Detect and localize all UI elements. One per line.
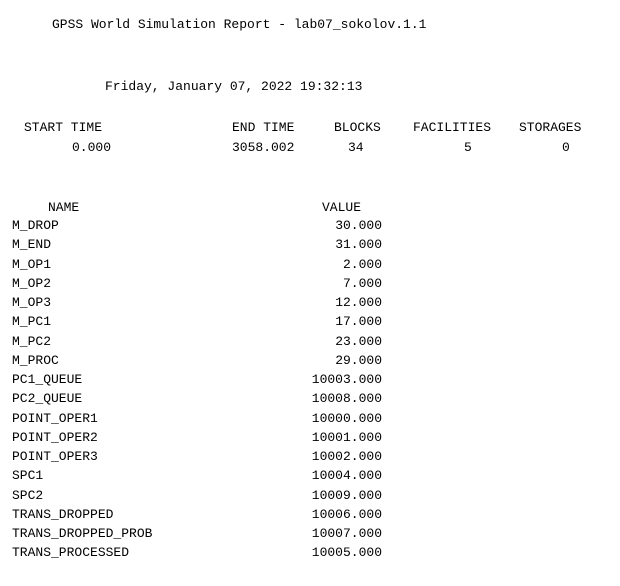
table-row: M_OP2 7.000 — [0, 276, 620, 295]
names-table: M_DROP 30.000 M_END 31.000 M_OP1 2.000 M_OP… — [0, 218, 620, 565]
row-value: 10001.000 — [311, 429, 382, 445]
row-value: 2.000 — [342, 256, 382, 272]
table-row: M_OP3 12.000 — [0, 295, 620, 314]
row-name: PC1_QUEUE — [12, 372, 83, 387]
report-datetime: Friday, January 07, 2022 19:32:13 — [105, 79, 363, 94]
row-name: M_OP2 — [12, 275, 52, 291]
table-row: TRANS_DROPPED 10006.000 — [0, 507, 620, 526]
table-row: POINT_OPER2 10001.000 — [0, 430, 620, 449]
storages-header: STORAGES — [519, 120, 582, 135]
facilities-value: 5 — [464, 140, 472, 155]
row-value: 10005.000 — [311, 545, 382, 561]
row-value: 10009.000 — [311, 487, 382, 503]
table-row: SPC2 10009.000 — [0, 488, 620, 507]
row-value: 10004.000 — [311, 468, 382, 484]
table-row: M_PC2 23.000 — [0, 334, 620, 353]
row-name: POINT_OPER1 — [12, 410, 98, 426]
row-value: 10000.000 — [311, 410, 382, 426]
table-row: TRANS_PROCESSED 10005.000 — [0, 545, 620, 564]
row-value: 10008.000 — [311, 391, 382, 407]
table-row: PC2_QUEUE 10008.000 — [0, 391, 620, 410]
table-row: SPC1 10004.000 — [0, 468, 620, 487]
row-value: 30.000 — [335, 218, 382, 233]
row-name: TRANS_DROPPED_PROB — [12, 526, 153, 541]
start-time-header: START TIME — [24, 120, 103, 135]
table-row: POINT_OPER1 10000.000 — [0, 411, 620, 430]
name-column-header: NAME — [48, 200, 80, 215]
storages-value: 0 — [562, 140, 570, 155]
row-name: SPC2 — [12, 487, 44, 503]
value-column-header: VALUE — [322, 200, 362, 215]
row-value: 29.000 — [335, 352, 382, 368]
row-value: 10007.000 — [311, 526, 382, 541]
table-row: M_END 31.000 — [0, 237, 620, 256]
table-row: TRANS_DROPPED_PROB 10007.000 — [0, 526, 620, 545]
row-value: 17.000 — [335, 314, 382, 330]
blocks-header: BLOCKS — [334, 120, 381, 135]
row-value: 23.000 — [335, 333, 382, 349]
row-value: 10002.000 — [311, 449, 382, 464]
table-row: M_PC1 17.000 — [0, 314, 620, 333]
end-time-header: END TIME — [232, 120, 295, 135]
table-row: M_PROC 29.000 — [0, 353, 620, 372]
report-title: GPSS World Simulation Report - lab07_sok… — [52, 17, 427, 32]
end-time-value: 3058.002 — [232, 140, 295, 155]
row-name: POINT_OPER2 — [12, 429, 98, 445]
row-name: M_PROC — [12, 352, 59, 368]
row-name: M_END — [12, 237, 52, 253]
blocks-value: 34 — [348, 140, 364, 155]
row-value: 10006.000 — [311, 506, 382, 522]
row-value: 7.000 — [342, 275, 382, 291]
row-name: SPC1 — [12, 468, 44, 484]
simulation-report: GPSS World Simulation Report - lab07_sok… — [0, 0, 620, 586]
row-name: M_DROP — [12, 218, 59, 233]
row-name: PC2_QUEUE — [12, 391, 83, 407]
row-name: TRANS_DROPPED — [12, 506, 114, 522]
row-value: 31.000 — [335, 237, 382, 253]
row-name: TRANS_PROCESSED — [12, 545, 130, 561]
row-value: 12.000 — [335, 295, 382, 310]
row-name: POINT_OPER3 — [12, 449, 98, 464]
table-row: POINT_OPER3 10002.000 — [0, 449, 620, 468]
row-name: M_PC2 — [12, 333, 52, 349]
facilities-header: FACILITIES — [413, 120, 492, 135]
row-name: M_PC1 — [12, 314, 52, 330]
row-value: 10003.000 — [311, 372, 382, 387]
table-row: PC1_QUEUE 10003.000 — [0, 372, 620, 391]
start-time-value: 0.000 — [72, 140, 112, 155]
row-name: M_OP1 — [12, 256, 52, 272]
table-row: M_DROP 30.000 — [0, 218, 620, 237]
row-name: M_OP3 — [12, 295, 52, 310]
table-row: M_OP1 2.000 — [0, 257, 620, 276]
